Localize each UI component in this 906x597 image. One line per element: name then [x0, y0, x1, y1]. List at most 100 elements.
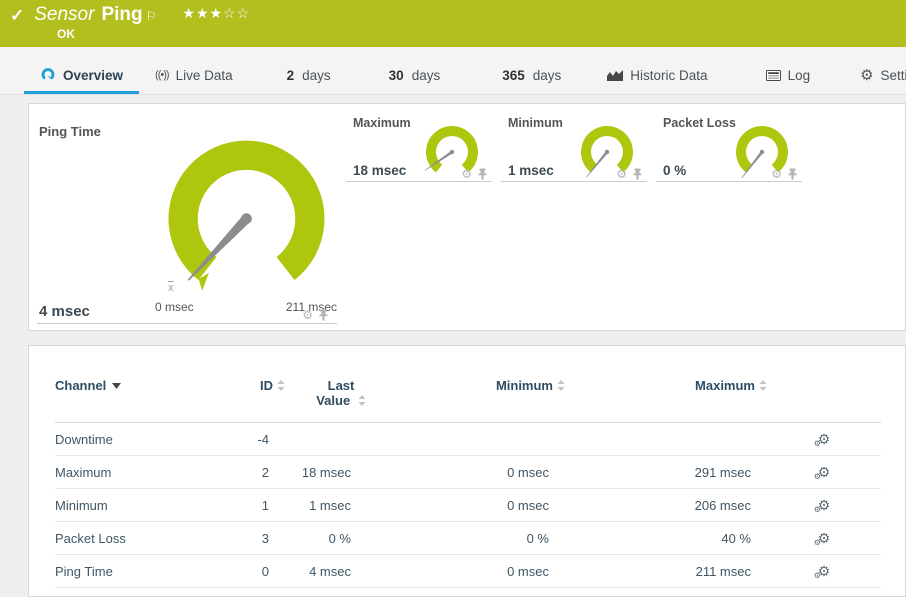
column-header-minimum[interactable]: Minimum [367, 372, 565, 423]
column-header-id[interactable]: ID [215, 372, 285, 423]
pin-icon[interactable] [318, 309, 329, 321]
channel-last-value: 0 % [285, 522, 367, 555]
pin-icon[interactable] [787, 168, 798, 180]
tab-2-days-unit: days [302, 68, 331, 83]
sensor-name: Ping [101, 4, 142, 26]
sensor-header: ✓ Sensor Ping ⚐ ★★★☆☆ OK [0, 0, 906, 47]
channel-maximum: 211 msec [565, 555, 767, 588]
channels-panel: Channel ID Last Value Minimum Maximum [28, 345, 906, 597]
channel-id: 2 [215, 456, 285, 489]
sort-icon [358, 394, 366, 409]
table-row[interactable]: Maximum 2 18 msec 0 msec 291 msec ⚙⚙ [55, 456, 881, 489]
column-header-maximum[interactable]: Maximum [565, 372, 767, 423]
tab-live-data[interactable]: ((•)) Live Data [139, 47, 249, 94]
sensor-type-label: Sensor [34, 4, 94, 26]
tab-overview-label: Overview [63, 68, 123, 83]
table-row[interactable]: Packet Loss 3 0 % 0 % 40 % ⚙⚙ [55, 522, 881, 555]
sort-icon [277, 379, 285, 394]
channel-minimum: 0 msec [367, 555, 565, 588]
minimum-title: Minimum [508, 116, 563, 130]
column-header-last-value[interactable]: Last Value [285, 372, 367, 423]
maximum-value: 18 msec [353, 163, 406, 178]
maximum-gauge-block: Maximum 18 msec ⚙ [346, 116, 492, 182]
gauge-icon [40, 67, 56, 83]
ping-time-gauge-block: Ping Time x 0 msec 211 msec 4 msec ⚙ [37, 116, 337, 324]
channel-settings-icon[interactable]: ⚙⚙ [818, 498, 831, 513]
channel-last-value [285, 423, 367, 456]
table-row[interactable]: Ping Time 0 4 msec 0 msec 211 msec ⚙⚙ [55, 555, 881, 588]
channel-minimum: 0 msec [367, 456, 565, 489]
gear-icon[interactable]: ⚙ [461, 168, 472, 180]
channel-name[interactable]: Minimum [55, 489, 215, 522]
channel-last-value: 4 msec [285, 555, 367, 588]
channel-maximum [565, 423, 767, 456]
channel-settings-icon[interactable]: ⚙⚙ [818, 564, 831, 579]
ping-time-gauge [149, 126, 344, 321]
channel-id: 1 [215, 489, 285, 522]
channel-name[interactable]: Ping Time [55, 555, 215, 588]
channel-id: 0 [215, 555, 285, 588]
tab-historic-data[interactable]: Historic Data [591, 47, 723, 94]
tab-365-days-unit: days [533, 68, 562, 83]
channel-name[interactable]: Downtime [55, 423, 215, 456]
minimum-value: 1 msec [508, 163, 554, 178]
gauges-panel: Ping Time x 0 msec 211 msec 4 msec ⚙ Max… [28, 103, 906, 331]
table-row[interactable]: Downtime -4 ⚙⚙ [55, 423, 881, 456]
tab-365-days-num: 365 [502, 68, 525, 83]
channel-id: 3 [215, 522, 285, 555]
channel-last-value: 18 msec [285, 456, 367, 489]
gear-icon[interactable]: ⚙ [616, 168, 627, 180]
tab-365-days[interactable]: 365 days [486, 47, 577, 94]
tab-30-days[interactable]: 30 days [373, 47, 457, 94]
tab-live-data-label: Live Data [176, 68, 233, 83]
sort-desc-icon [112, 377, 121, 392]
broadcast-icon: ((•)) [155, 69, 169, 81]
gear-icon[interactable]: ⚙ [302, 309, 313, 321]
tab-2-days-num: 2 [287, 68, 295, 83]
tab-log-label: Log [788, 68, 811, 83]
column-header-channel[interactable]: Channel [55, 372, 215, 423]
flag-icon[interactable]: ⚐ [146, 9, 157, 23]
ok-check-icon: ✓ [10, 6, 24, 26]
sort-icon [759, 379, 767, 394]
channel-last-value: 1 msec [285, 489, 367, 522]
tab-overview[interactable]: Overview [24, 47, 139, 94]
ping-time-value: 4 msec [39, 303, 90, 320]
ping-time-title: Ping Time [39, 124, 101, 139]
log-icon [766, 70, 781, 81]
chart-icon [607, 69, 623, 81]
channel-maximum: 206 msec [565, 489, 767, 522]
table-row[interactable]: Minimum 1 1 msec 0 msec 206 msec ⚙⚙ [55, 489, 881, 522]
channel-id: -4 [215, 423, 285, 456]
pin-icon[interactable] [477, 168, 488, 180]
tab-bar: Overview ((•)) Live Data 2 days 30 days … [0, 47, 906, 95]
tab-settings-label: Settings [881, 68, 906, 83]
tab-historic-data-label: Historic Data [630, 68, 707, 83]
channel-maximum: 291 msec [565, 456, 767, 489]
channel-settings-icon[interactable]: ⚙⚙ [818, 531, 831, 546]
channel-name[interactable]: Packet Loss [55, 522, 215, 555]
channel-minimum: 0 % [367, 522, 565, 555]
channels-table: Channel ID Last Value Minimum Maximum [55, 372, 881, 588]
channel-settings-icon[interactable]: ⚙⚙ [818, 432, 831, 447]
pin-icon[interactable] [632, 168, 643, 180]
channel-settings-icon[interactable]: ⚙⚙ [818, 465, 831, 480]
packet-loss-gauge-block: Packet Loss 0 % ⚙ [656, 116, 802, 182]
tab-log[interactable]: Log [750, 47, 827, 94]
status-badge: OK [57, 27, 906, 41]
gear-icon[interactable]: ⚙ [771, 168, 782, 180]
channel-minimum: 0 msec [367, 489, 565, 522]
packet-loss-value: 0 % [663, 163, 686, 178]
channel-minimum [367, 423, 565, 456]
table-header-row: Channel ID Last Value Minimum Maximum [55, 372, 881, 423]
channel-name[interactable]: Maximum [55, 456, 215, 489]
tab-30-days-num: 30 [389, 68, 404, 83]
maximum-title: Maximum [353, 116, 411, 130]
gauge-min-label: 0 msec [155, 300, 194, 314]
star-rating[interactable]: ★★★☆☆ [182, 5, 250, 22]
gear-icon: ⚙ [860, 68, 873, 83]
average-marker: x [168, 282, 174, 294]
tab-2-days[interactable]: 2 days [271, 47, 347, 94]
tab-30-days-unit: days [412, 68, 441, 83]
tab-settings[interactable]: ⚙ Settings [844, 47, 906, 94]
